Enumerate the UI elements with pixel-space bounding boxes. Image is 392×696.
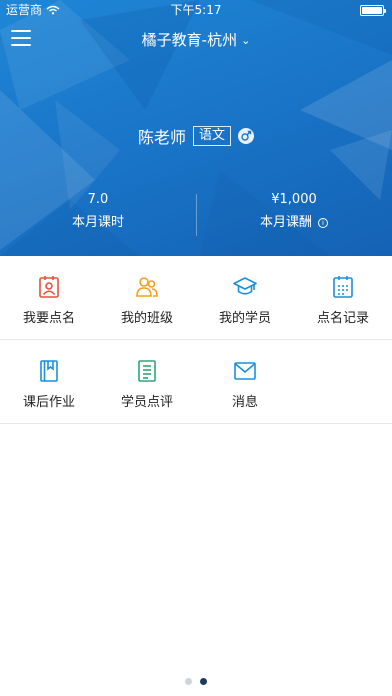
student-review-label: 学员点评 (120, 395, 173, 410)
pay-label: 本月课酬 (259, 215, 312, 230)
male-gender-icon (238, 128, 255, 144)
my-classes-button[interactable]: 我的班级 (98, 256, 196, 340)
chevron-down-icon: ⌄ (241, 34, 251, 47)
teacher-info: 陈老师 语文 (0, 124, 392, 148)
roll-call-records-label: 点名记录 (316, 311, 369, 326)
calendar-record-icon (333, 276, 353, 298)
subject-tag: 语文 (193, 126, 232, 146)
header-banner: 运营商 下午5:17 橘子教育-杭州 ⌄ 陈老师 语文 7.0 本月课时 ¥1,… (0, 0, 392, 256)
feature-grid: 我要点名 我的班级 我的学员 点名记录 课后作业 学员点评 消息 (0, 256, 392, 424)
graduation-cap-icon (233, 277, 257, 295)
feature-row-2: 课后作业 学员点评 消息 (0, 340, 392, 424)
hours-stat: 7.0 本月课时 (0, 190, 196, 236)
page-dot-2[interactable] (200, 678, 207, 685)
page-dot-1[interactable] (185, 678, 192, 685)
my-students-button[interactable]: 我的学员 (196, 256, 294, 340)
messages-button[interactable]: 消息 (196, 340, 294, 424)
pay-stat: ¥1,000 本月课酬 i (196, 190, 392, 236)
homework-label: 课后作业 (22, 395, 75, 410)
my-classes-label: 我的班级 (120, 311, 173, 326)
battery-icon (360, 5, 386, 16)
pay-value: ¥1,000 (271, 192, 317, 207)
roll-call-label: 我要点名 (22, 311, 75, 326)
my-students-label: 我的学员 (218, 311, 271, 326)
roll-call-icon (39, 276, 59, 298)
feature-row-1: 我要点名 我的班级 我的学员 点名记录 (0, 256, 392, 340)
info-icon[interactable]: i (318, 218, 328, 228)
page-indicator (0, 678, 392, 685)
status-bar: 运营商 下午5:17 (0, 0, 392, 20)
homework-button[interactable]: 课后作业 (0, 340, 98, 424)
review-note-icon (138, 360, 156, 382)
monthly-stats: 7.0 本月课时 ¥1,000 本月课酬 i (0, 190, 392, 240)
roll-call-records-button[interactable]: 点名记录 (294, 256, 392, 340)
hours-label: 本月课时 (71, 215, 124, 230)
org-selector[interactable]: 橘子教育-杭州 ⌄ (0, 29, 392, 50)
clock: 下午5:17 (170, 3, 222, 17)
homework-book-icon (40, 360, 58, 382)
teacher-name: 陈老师 (137, 128, 186, 147)
mail-icon (234, 362, 256, 380)
student-review-button[interactable]: 学员点评 (98, 340, 196, 424)
class-group-icon (136, 277, 158, 297)
hours-value: 7.0 (87, 192, 109, 207)
messages-label: 消息 (231, 395, 258, 410)
roll-call-button[interactable]: 我要点名 (0, 256, 98, 340)
org-title: 橘子教育-杭州 (141, 31, 238, 49)
